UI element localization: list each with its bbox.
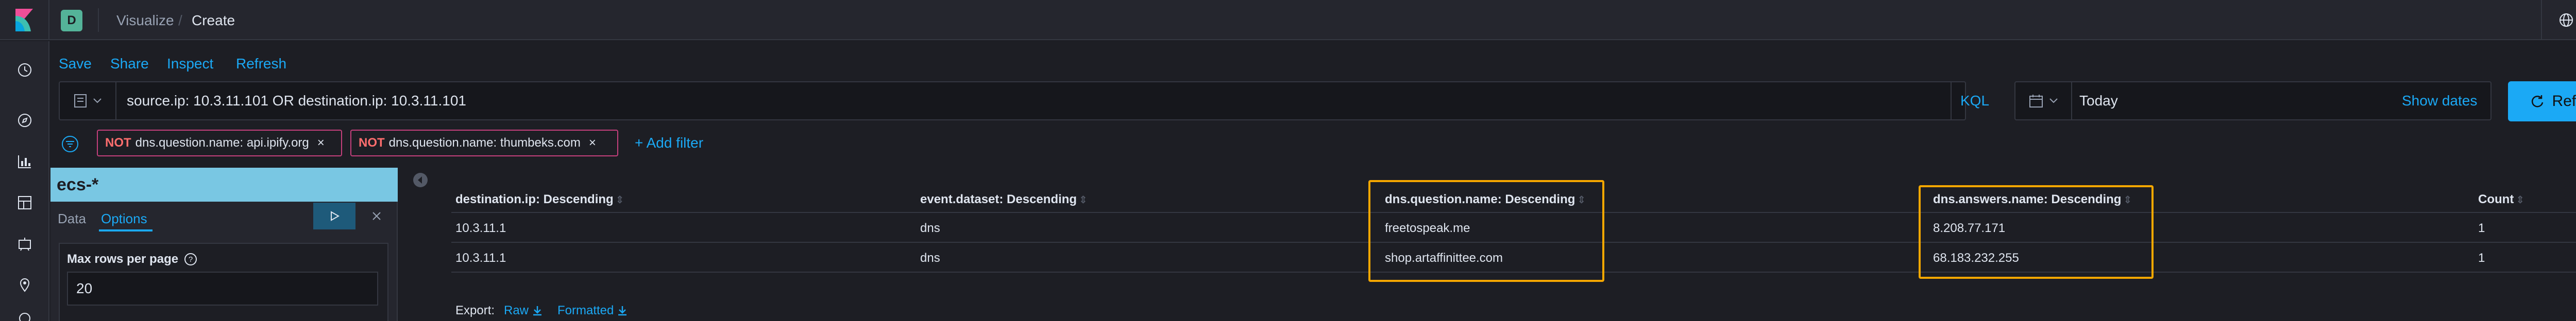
maps-icon [20, 278, 30, 292]
compass-icon [18, 114, 31, 127]
share-link[interactable]: Share [110, 56, 149, 72]
table-cell: 10.3.11.1 [455, 251, 506, 265]
download-icon [618, 306, 627, 316]
breadcrumb-create: Create [192, 12, 235, 28]
kibana-logo[interactable] [0, 0, 49, 40]
breadcrumb-visualize[interactable]: Visualize [116, 12, 174, 29]
kibana-logo-icon [15, 9, 33, 31]
export-raw-label: Raw [504, 304, 529, 317]
tab-data[interactable]: Data [58, 211, 86, 227]
rail-recent[interactable] [14, 60, 35, 80]
sort-icon: ⇕ [2516, 194, 2525, 206]
discard-changes-button[interactable] [359, 203, 395, 229]
filter-text: dns.question.name: thumbeks.com [388, 136, 581, 150]
table-cell: dns [920, 251, 940, 265]
play-icon [331, 211, 340, 221]
inspect-link[interactable]: Inspect [167, 56, 213, 72]
column-header[interactable]: destination.ip: Descending ⇕ [455, 192, 624, 207]
help-menu-button[interactable] [2541, 0, 2576, 40]
rail-dashboard[interactable] [14, 192, 35, 213]
help-icon[interactable]: ? [183, 252, 198, 266]
breadcrumb-separator: / [178, 12, 182, 28]
table-cell: 1 [2478, 221, 2485, 235]
close-icon[interactable]: × [589, 136, 596, 150]
apply-changes-button[interactable] [313, 203, 355, 229]
filter-pill[interactable]: NOT dns.question.name: api.ipify.org × [97, 130, 342, 156]
header-divider [98, 8, 99, 32]
save-link[interactable]: Save [59, 56, 92, 72]
filter-pill[interactable]: NOT dns.question.name: thumbeks.com × [350, 130, 618, 156]
collapse-sidebar-icon[interactable] [412, 172, 429, 188]
refresh-button-label: Refresh [2552, 93, 2576, 110]
rail-discover[interactable] [14, 110, 35, 131]
filter-negation: NOT [105, 136, 131, 150]
bar-chart-icon [18, 155, 31, 168]
column-header[interactable]: event.dataset: Descending ⇕ [920, 192, 1088, 207]
dashboard-icon [18, 196, 31, 209]
clock-icon [18, 63, 31, 77]
export-formatted-link[interactable]: Formatted [557, 304, 628, 318]
sort-icon: ⇕ [615, 194, 624, 206]
refresh-button[interactable]: Refresh [2508, 81, 2576, 121]
date-range-value[interactable]: Today [2079, 93, 2118, 109]
rail-maps[interactable] [14, 275, 35, 295]
rail-canvas[interactable] [14, 234, 35, 254]
quick-date-menu-button[interactable] [2015, 82, 2072, 119]
top-header-bar [0, 0, 2576, 40]
filter-options-icon[interactable] [61, 135, 79, 153]
chevron-down-icon [93, 98, 101, 103]
help-globe-icon [2560, 13, 2573, 27]
highlight-box [1368, 180, 1604, 282]
rail-ml[interactable] [14, 311, 35, 321]
table-cell: 1 [2478, 251, 2485, 265]
close-icon [372, 212, 381, 220]
sort-icon: ⇕ [1079, 194, 1088, 206]
highlight-box [1919, 185, 2154, 279]
export-label: Export: [455, 304, 495, 317]
export-formatted-label: Formatted [557, 304, 614, 317]
filter-negation: NOT [359, 136, 385, 150]
max-rows-label: Max rows per page [67, 252, 179, 266]
calendar-icon [2029, 95, 2043, 108]
space-avatar[interactable]: D [61, 10, 82, 31]
tab-options[interactable]: Options [101, 211, 147, 227]
refresh-link[interactable]: Refresh [236, 56, 286, 72]
filter-text: dns.question.name: api.ipify.org [135, 136, 309, 150]
column-header[interactable]: Count ⇕ [2478, 192, 2524, 207]
refresh-icon [2532, 95, 2544, 108]
query-language-toggle[interactable]: KQL [1951, 82, 1998, 119]
svg-text:?: ? [189, 255, 193, 264]
rail-visualize[interactable] [14, 151, 35, 172]
ml-icon [19, 313, 30, 321]
column-header-label: event.dataset: Descending [920, 192, 1077, 206]
column-header-label: Count [2478, 192, 2514, 206]
max-rows-input[interactable]: 20 [67, 272, 378, 306]
column-header-label: destination.ip: Descending [455, 192, 614, 206]
active-tab-indicator [99, 229, 152, 231]
table-cell: dns [920, 221, 940, 235]
close-icon[interactable]: × [317, 136, 325, 150]
export-raw-link[interactable]: Raw [504, 304, 543, 318]
add-filter-button[interactable]: + Add filter [635, 135, 703, 151]
saved-queries-button[interactable] [60, 82, 116, 119]
canvas-icon [19, 238, 31, 251]
saved-query-icon [74, 94, 87, 108]
show-dates-link[interactable]: Show dates [2402, 93, 2477, 109]
download-icon [533, 306, 542, 316]
table-cell: 10.3.11.1 [455, 221, 506, 235]
query-input[interactable]: source.ip: 10.3.11.101 OR destination.ip… [127, 93, 466, 109]
index-pattern-title: ecs-* [50, 168, 398, 202]
chevron-down-icon [2049, 98, 2058, 103]
